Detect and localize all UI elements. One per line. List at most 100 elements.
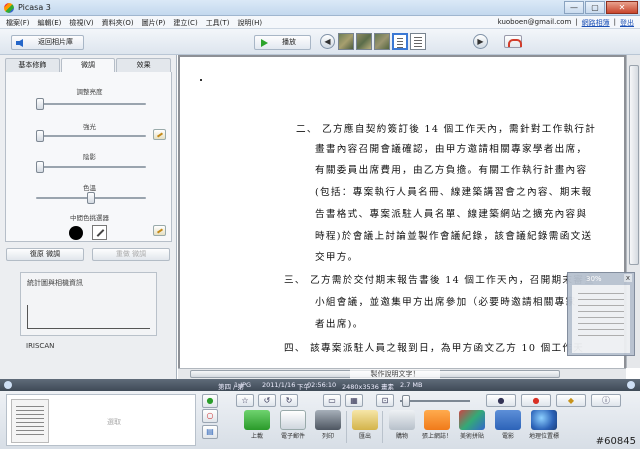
export-folder-icon[interactable] (352, 410, 378, 430)
filmstrip-thumbnail[interactable] (356, 33, 372, 50)
close-navigator-button[interactable]: x (624, 274, 632, 282)
zoom-slider-knob[interactable] (402, 395, 410, 407)
filmstrip-thumbnail[interactable] (374, 33, 390, 50)
grid-view-icon[interactable]: ▦ (345, 394, 363, 407)
color-temperature-slider[interactable] (36, 192, 146, 204)
histogram-title: 統計圖與相機資訊 (27, 279, 83, 287)
tray-thumbnail[interactable] (11, 399, 49, 443)
close-window-button[interactable]: ✕ (606, 1, 638, 14)
menu-folder[interactable]: 資料夾(O) (102, 18, 134, 28)
shop-icon[interactable] (389, 410, 415, 430)
menu-bar: 檔案(F) 編輯(E) 檢視(V) 資料夾(O) 圖片(P) 建立(C) 工具(… (0, 16, 640, 29)
add-to-album-icon[interactable]: ▤ (202, 425, 218, 439)
auto-color-wand-icon[interactable] (153, 225, 166, 236)
info-icon[interactable]: ⓘ (591, 394, 621, 407)
hold-photo-icon[interactable]: ● (202, 394, 218, 408)
zoom-slider[interactable] (400, 395, 470, 407)
play-icon (261, 39, 268, 47)
people-icon[interactable]: ● (486, 394, 516, 407)
doc-line: 畫書內容召開會議確認，由甲方邀請相關專家學者出席， (315, 144, 588, 155)
tab-tuning[interactable]: 微調 (60, 58, 116, 72)
slideshow-icon[interactable]: ▭ (323, 394, 341, 407)
places-icon[interactable]: ● (521, 394, 551, 407)
tab-effects[interactable]: 效果 (116, 58, 172, 72)
movie-label: 電影 (501, 433, 514, 440)
title-bar: Picasa 3 — ▢ ✕ (0, 0, 640, 16)
undo-tuning-button[interactable]: 復原 微調 (6, 248, 84, 261)
shadows-slider[interactable] (36, 161, 146, 173)
slider-knob[interactable] (36, 130, 44, 142)
rotate-left-icon[interactable]: ↺ (258, 394, 276, 407)
filmstrip-thumbnail[interactable] (410, 33, 426, 50)
back-to-library-button[interactable]: 返回相片庫 (11, 35, 84, 50)
picasa-help-icon[interactable] (504, 35, 522, 48)
logout-link[interactable]: 登出 (620, 18, 634, 28)
fill-light-slider[interactable] (36, 98, 146, 110)
menu-separator: | (613, 18, 616, 26)
maximize-button[interactable]: ▢ (585, 1, 605, 14)
previous-photo-button[interactable]: ◀ (320, 34, 335, 49)
upload-icon[interactable] (244, 410, 270, 430)
photo-tray[interactable]: 選取 (6, 394, 196, 446)
tab-basic-fixes[interactable]: 基本修飾 (5, 58, 60, 72)
filmstrip-thumbnail-selected[interactable] (392, 33, 408, 50)
shadows-label: 陰影 (83, 153, 96, 161)
menu-separator: | (575, 18, 578, 26)
doc-line: 時程)於會議上討論並製作會議紀錄，該會議紀錄需函文送 (315, 231, 593, 242)
slideshow-play-button[interactable]: 播放 (254, 35, 311, 50)
user-email: kuoboen@gmail.com (497, 18, 572, 26)
menu-help[interactable]: 說明(H) (237, 18, 262, 28)
zoom-fit-icon[interactable]: ⊡ (376, 394, 394, 407)
export-label: 匯出 (358, 433, 371, 440)
collapse-tray-icon[interactable] (627, 381, 635, 389)
navigator-preview[interactable] (572, 285, 630, 353)
geotag-globe-icon[interactable] (531, 410, 557, 430)
neutral-color-picker-label: 中間色挑選器 (70, 214, 109, 222)
star-icon[interactable]: ☆ (236, 394, 254, 407)
menu-tools[interactable]: 工具(T) (206, 18, 230, 28)
doc-line: 四、 該專案派駐人員之報到日，為甲方函文乙方 10 個工作天 (284, 343, 585, 354)
rotate-right-icon[interactable]: ↻ (280, 394, 298, 407)
neutral-color-swatch (69, 226, 83, 240)
zoom-navigator[interactable]: 30% x (567, 272, 635, 356)
caption-field[interactable]: 製作說明文字！ (350, 369, 440, 379)
fill-light-label: 調整亮度 (76, 88, 103, 96)
doc-line: 者出席)。 (315, 319, 364, 330)
slider-knob[interactable] (36, 98, 44, 110)
watermark-id: #60845 (595, 436, 636, 447)
slider-knob[interactable] (87, 192, 95, 204)
print-label: 列印 (321, 433, 334, 440)
menu-picture[interactable]: 圖片(P) (142, 18, 166, 28)
menu-create[interactable]: 建立(C) (173, 18, 197, 28)
auto-contrast-wand-icon[interactable] (153, 129, 166, 140)
edit-panel: 基本修飾 微調 效果 調整亮度 強光 陰影 色溫 中間色挑選器 復原 微調 重做… (0, 55, 177, 379)
slider-knob[interactable] (36, 161, 44, 173)
email-icon[interactable] (280, 410, 306, 430)
tuning-pane: 調整亮度 強光 陰影 色溫 中間色挑選器 (5, 72, 172, 242)
blogger-icon[interactable] (424, 410, 450, 430)
filmstrip-thumbnail[interactable] (338, 33, 354, 50)
color-temperature-label: 色溫 (83, 184, 96, 192)
collapse-panel-icon[interactable] (4, 381, 12, 389)
minimize-button[interactable]: — (564, 1, 584, 14)
doc-line: 二、 乙方應自契約簽訂後 14 個工作天內，需針對工作執行計 (296, 124, 597, 135)
clear-tray-icon[interactable]: ○ (202, 409, 218, 423)
highlights-slider[interactable] (36, 130, 146, 142)
scrollbar-thumb[interactable] (629, 65, 639, 265)
camera-model: IRISCAN (26, 342, 55, 350)
movie-icon[interactable] (495, 410, 521, 430)
menu-edit[interactable]: 編輯(E) (38, 18, 62, 28)
geotag-label: 地理位置標 (528, 433, 559, 440)
print-icon[interactable] (315, 410, 341, 430)
highlights-label: 強光 (83, 123, 96, 131)
redo-tuning-button[interactable]: 重做 微調 (92, 248, 170, 261)
next-photo-button[interactable]: ▶ (473, 34, 488, 49)
eyedropper-icon[interactable] (92, 225, 107, 240)
histogram-camera-info: 統計圖與相機資訊 (20, 272, 157, 336)
menu-view[interactable]: 檢視(V) (69, 18, 93, 28)
play-label: 播放 (282, 38, 296, 46)
tags-icon[interactable]: ◆ (556, 394, 586, 407)
menu-file[interactable]: 檔案(F) (6, 18, 30, 28)
web-albums-link[interactable]: 網路相簿 (582, 18, 610, 28)
collage-icon[interactable] (459, 410, 485, 430)
